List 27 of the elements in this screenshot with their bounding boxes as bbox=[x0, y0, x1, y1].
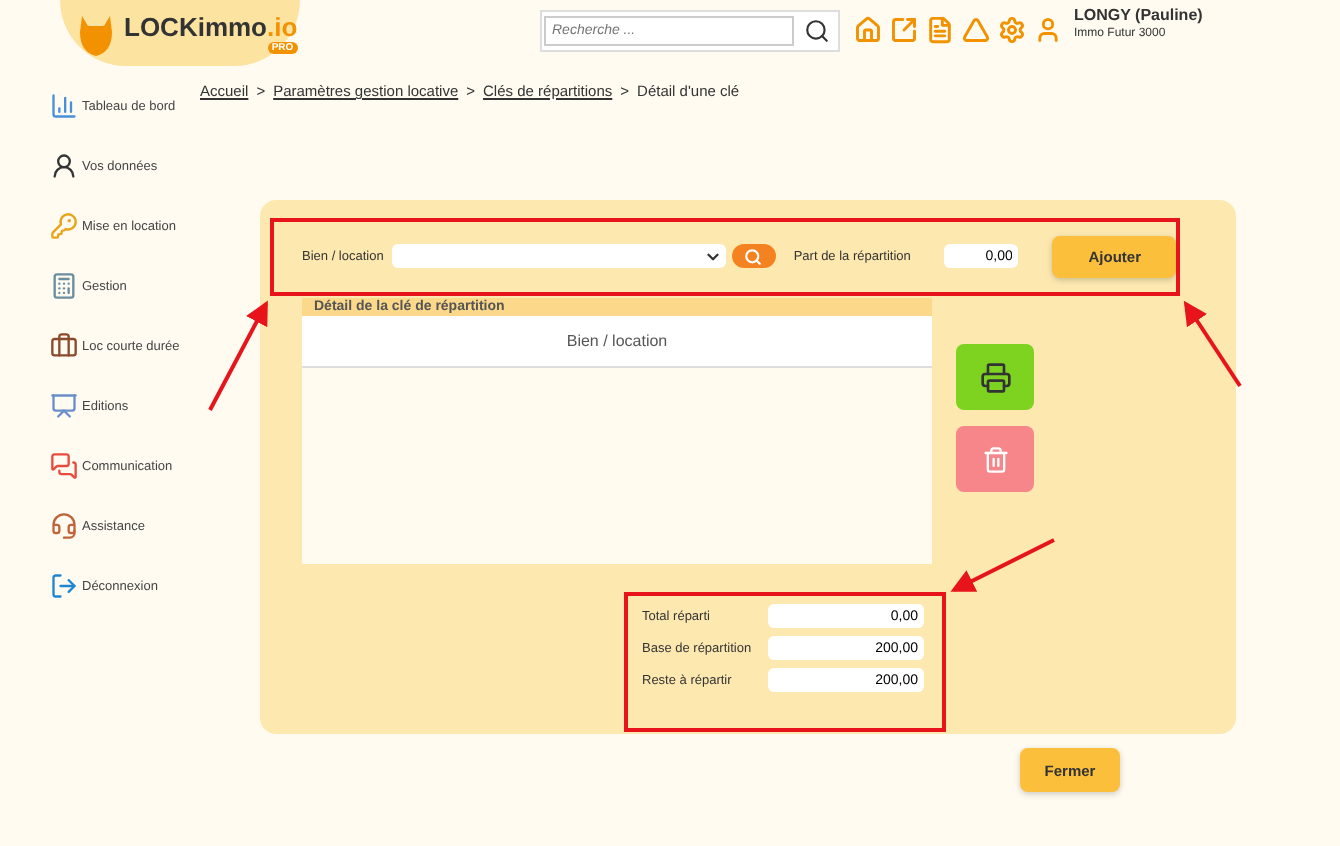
logout-icon bbox=[50, 572, 78, 600]
trash-icon bbox=[981, 445, 1009, 473]
annotation-arrow bbox=[950, 538, 1055, 592]
chart-icon bbox=[50, 92, 78, 120]
settings-icon[interactable] bbox=[998, 16, 1026, 44]
search-icon bbox=[744, 247, 763, 265]
person-icon bbox=[50, 152, 78, 180]
briefcase-icon bbox=[50, 332, 78, 360]
annotation-arrow bbox=[1183, 300, 1242, 388]
presentation-icon bbox=[50, 392, 78, 420]
home-icon[interactable] bbox=[854, 16, 882, 44]
user-icon[interactable] bbox=[1034, 16, 1062, 44]
delete-button[interactable] bbox=[956, 426, 1034, 492]
column-header[interactable]: Bien / location bbox=[302, 316, 932, 368]
annotation-arrow bbox=[208, 300, 268, 411]
search-button[interactable] bbox=[731, 244, 776, 268]
print-button[interactable] bbox=[956, 344, 1034, 410]
document-icon[interactable] bbox=[926, 16, 954, 44]
printer-icon bbox=[979, 361, 1011, 393]
external-link-icon[interactable] bbox=[890, 16, 918, 44]
headset-icon bbox=[50, 512, 78, 540]
search-icon[interactable] bbox=[804, 18, 830, 44]
chat-icon bbox=[50, 452, 78, 480]
key-icon bbox=[50, 212, 78, 240]
calculator-icon bbox=[50, 272, 78, 300]
triangle-icon[interactable] bbox=[962, 16, 990, 44]
user-name: LONGY (Pauline) bbox=[1074, 6, 1203, 24]
